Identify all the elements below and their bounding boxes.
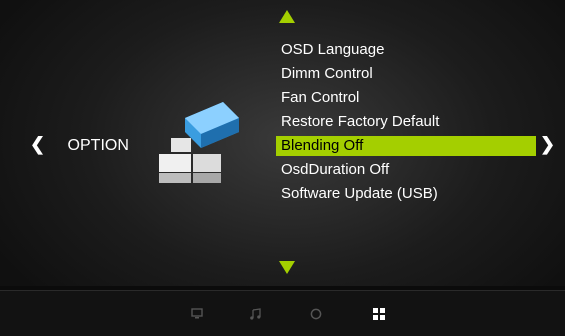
scroll-down-arrow-icon[interactable] [279,261,295,274]
option-grid-icon[interactable] [373,308,385,320]
white-tile [171,138,191,152]
bottom-tab-bar [0,290,565,336]
menu-item-restore-factory-default[interactable]: Restore Factory Default [276,112,536,132]
option-tiles-icon [159,102,239,183]
menu-item-osd-language[interactable]: OSD Language [276,40,536,60]
monitor-icon[interactable] [191,308,203,320]
option-menu: OSD Language Dimm Control Fan Control Re… [276,40,536,208]
menu-item-osd-duration[interactable]: OsdDuration Off [276,160,536,180]
left-arrow-button[interactable]: ❮ [30,134,45,154]
menu-item-software-update[interactable]: Software Update (USB) [276,184,536,204]
menu-item-fan-control[interactable]: Fan Control [276,88,536,108]
right-arrow-button[interactable]: ❯ [540,134,555,154]
music-note-icon[interactable] [249,308,261,320]
category-nav: ❮ OPTION [30,134,129,156]
menu-item-blending[interactable]: Blending Off [276,136,536,156]
clock-icon[interactable] [310,308,322,320]
menu-item-dimm-control[interactable]: Dimm Control [276,64,536,84]
menu-panel: ❮ OPTION OSD Language Dimm Control Fan C… [0,0,565,286]
scroll-up-arrow-icon[interactable] [279,10,295,23]
category-label: OPTION [67,137,129,154]
